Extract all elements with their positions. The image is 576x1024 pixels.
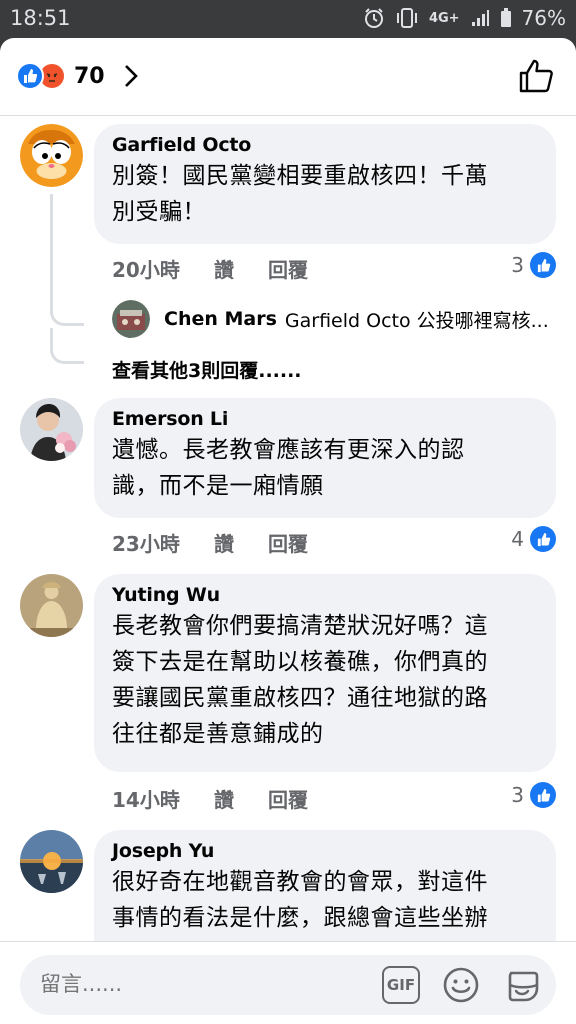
chevron-right-icon[interactable] — [123, 64, 139, 88]
avatar[interactable] — [112, 300, 150, 338]
composer-actions: GIF — [382, 965, 542, 1005]
thread-branch — [50, 290, 84, 326]
comment-reactions[interactable]: 3 — [511, 782, 556, 808]
avatar[interactable] — [20, 830, 83, 893]
vibrate-icon — [396, 8, 417, 28]
comment-time[interactable]: 14小時 — [112, 784, 214, 813]
like-button[interactable]: 讚 — [214, 254, 268, 283]
comment-bubble[interactable]: Garfield Octo 別簽！國民黨變相要重啟核四！千萬 別受騙！ — [94, 124, 556, 244]
emoji-icon[interactable] — [442, 966, 480, 1004]
status-time: 18:51 — [10, 6, 71, 30]
reply-author[interactable]: Chen Mars — [164, 308, 277, 330]
garfield-avatar-icon — [20, 124, 83, 187]
comment-bubble[interactable]: Emerson Li 遺憾。長老教會應該有更深入的認 識，而不是一廂情願 — [94, 398, 556, 518]
comment-author[interactable]: Joseph Yu — [112, 840, 536, 862]
comment-reactions[interactable]: 3 — [511, 252, 556, 278]
comment-text-line: 別簽！國民黨變相要重啟核四！千萬 — [112, 163, 488, 189]
reply-avatar-image — [112, 300, 150, 338]
avatar[interactable] — [20, 398, 83, 461]
signal-icon — [471, 10, 489, 26]
comment-text-line: 簽下去是在幫助以核養礁，你們真的 — [112, 649, 488, 675]
comment-text-line: 往往都是善意鋪成的 — [112, 721, 324, 747]
like-icon — [530, 782, 556, 808]
comment-author[interactable]: Emerson Li — [112, 408, 536, 430]
comment-reaction-count: 3 — [511, 783, 524, 807]
alarm-icon — [364, 8, 383, 28]
comments-sheet: 70 Garfield Octo 別簽！國民黨變相要重啟核四！千萬 別受騙！ 2… — [0, 38, 576, 1024]
like-outline-icon[interactable] — [518, 58, 554, 94]
reply-preview[interactable]: Chen Mars Garfield Octo 公投哪裡寫核... — [112, 300, 549, 338]
reply-button[interactable]: 回覆 — [268, 254, 308, 283]
status-bar: 18:51 4G+ 76% — [0, 0, 576, 38]
comment-text: 遺憾。長老教會應該有更深入的認 識，而不是一廂情願 — [112, 432, 536, 504]
comment-text: 很好奇在地觀音教會的會眾，對這件 事情的看法是什麼，跟總會這些坐辦 — [112, 864, 536, 936]
comment-text-line: 事情的看法是什麼，跟總會這些坐辦 — [112, 905, 488, 931]
sticker-icon[interactable] — [502, 965, 542, 1005]
yuting-avatar-image — [20, 574, 83, 637]
like-button[interactable]: 讚 — [214, 528, 268, 557]
like-icon — [16, 62, 44, 90]
avatar[interactable] — [20, 574, 83, 637]
gif-icon[interactable]: GIF — [382, 966, 420, 1004]
reply-text: Garfield Octo 公投哪裡寫核... — [284, 309, 549, 332]
like-icon — [530, 526, 556, 552]
comment-bubble[interactable]: Yuting Wu 長老教會你們要搞清楚狀況好嗎？這 簽下去是在幫助以核養礁，你… — [94, 574, 556, 772]
comment-time[interactable]: 23小時 — [112, 528, 214, 557]
emerson-avatar-image — [20, 398, 83, 461]
comment-text-line: 別受騙！ — [112, 199, 206, 225]
reply-button[interactable]: 回覆 — [268, 784, 308, 813]
network-label: 4G+ — [428, 10, 460, 26]
comment-text-line: 識，而不是一廂情願 — [112, 473, 324, 499]
status-icons: 4G+ 76% — [363, 6, 566, 30]
reactions-summary[interactable]: 70 — [16, 62, 139, 90]
thread-branch — [50, 328, 84, 364]
sheet-header: 70 — [0, 38, 576, 116]
comment-time[interactable]: 20小時 — [112, 254, 214, 283]
comment-author[interactable]: Garfield Octo — [112, 134, 536, 156]
comment-reaction-count: 3 — [511, 253, 524, 277]
comment-reaction-count: 4 — [511, 527, 524, 551]
battery-level: 76% — [521, 6, 566, 30]
battery-icon — [500, 8, 511, 27]
reply-button[interactable]: 回覆 — [268, 528, 308, 557]
like-icon — [530, 252, 556, 278]
comment-meta: 20小時 讚 回覆 — [112, 254, 308, 283]
comment-text-line: 要讓國民黨重啟核四？通往地獄的路 — [112, 685, 488, 711]
avatar[interactable] — [20, 124, 83, 187]
joseph-avatar-image — [20, 830, 83, 893]
comment-author[interactable]: Yuting Wu — [112, 584, 536, 606]
comment-composer: GIF — [0, 941, 576, 1024]
comment-reactions[interactable]: 4 — [511, 526, 556, 552]
comment-meta: 14小時 讚 回覆 — [112, 784, 308, 813]
comment-input[interactable] — [40, 972, 360, 996]
comment-text-line: 長老教會你們要搞清楚狀況好嗎？這 — [112, 613, 488, 639]
comment-text-line: 遺憾。長老教會應該有更深入的認 — [112, 437, 465, 463]
view-more-replies-link[interactable]: 查看其他3則回覆...... — [112, 356, 302, 383]
gif-label: GIF — [386, 976, 416, 994]
reaction-count: 70 — [74, 63, 105, 89]
comment-meta: 23小時 讚 回覆 — [112, 528, 308, 557]
like-button[interactable]: 讚 — [214, 784, 268, 813]
composer-box[interactable]: GIF — [20, 955, 556, 1015]
comment-text: 別簽！國民黨變相要重啟核四！千萬 別受騙！ — [112, 158, 536, 230]
comment-text-line: 很好奇在地觀音教會的會眾，對這件 — [112, 869, 488, 895]
comment-text: 長老教會你們要搞清楚狀況好嗎？這 簽下去是在幫助以核養礁，你們真的 要讓國民黨重… — [112, 608, 536, 752]
